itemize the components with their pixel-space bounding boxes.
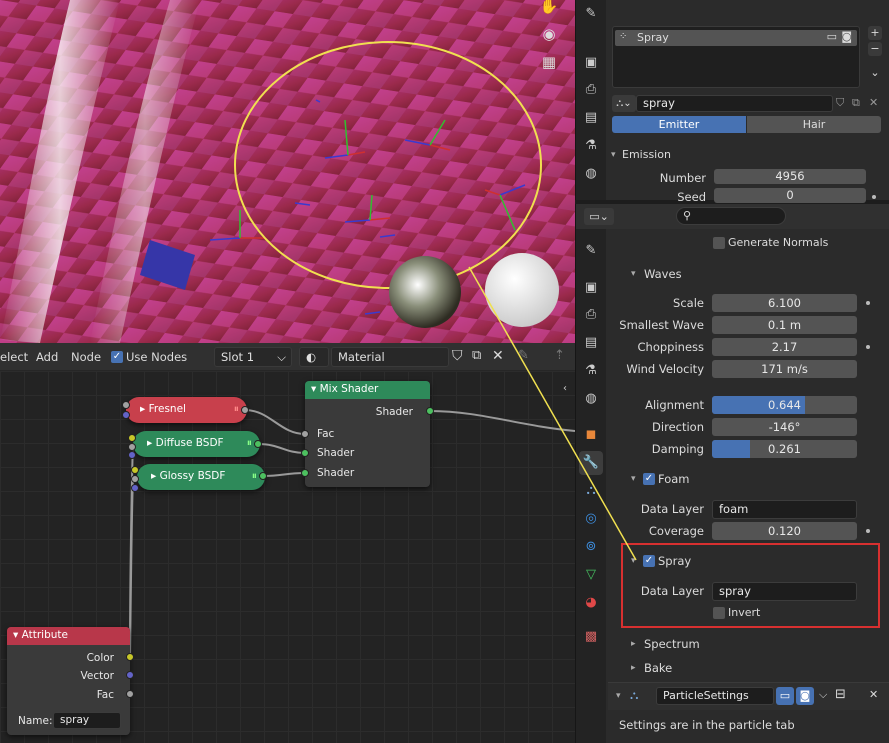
collapse-sidebar-icon[interactable]: ‹ bbox=[563, 383, 575, 399]
annotation-line bbox=[468, 266, 637, 561]
